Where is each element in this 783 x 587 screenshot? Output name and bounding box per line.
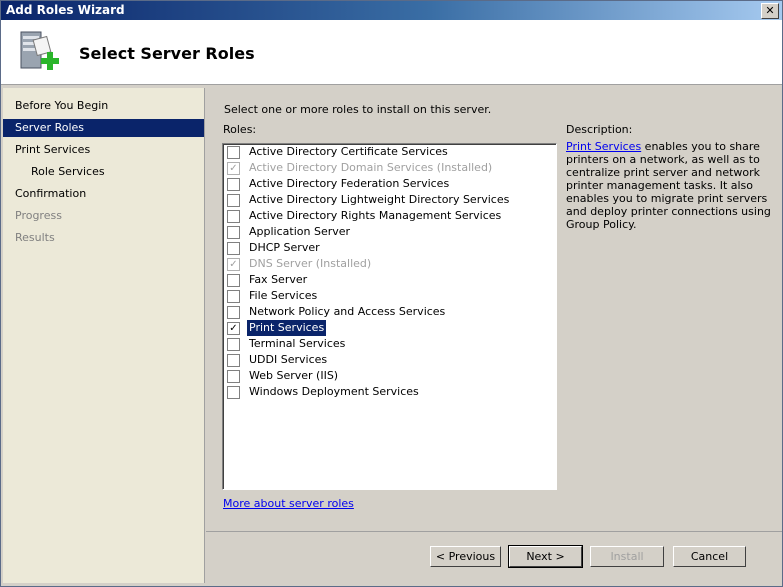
- role-checkbox[interactable]: [227, 386, 240, 399]
- close-icon: ✕: [765, 4, 775, 17]
- nav-item-results: Results: [15, 231, 55, 244]
- role-checkbox[interactable]: [227, 290, 240, 303]
- footer-divider: [206, 531, 782, 532]
- server-add-icon: [20, 31, 59, 70]
- close-button[interactable]: ✕: [761, 3, 779, 19]
- next-button[interactable]: Next >: [508, 545, 583, 568]
- role-checkbox[interactable]: [227, 306, 240, 319]
- nav-item-confirmation[interactable]: Confirmation: [3, 185, 204, 203]
- title-bar[interactable]: Add Roles Wizard ✕: [1, 1, 782, 20]
- role-checkbox[interactable]: [227, 274, 240, 287]
- wizard-content: Select one or more roles to install on t…: [206, 88, 782, 533]
- roles-label: Roles:: [223, 123, 257, 136]
- nav-item-print-services[interactable]: Print Services: [3, 141, 204, 159]
- nav-item-progress: Progress: [15, 209, 62, 222]
- previous-button[interactable]: < Previous: [430, 546, 501, 567]
- wizard-nav: Before You Begin Server Roles Print Serv…: [3, 88, 205, 583]
- role-checkbox[interactable]: [227, 210, 240, 223]
- role-checkbox[interactable]: [227, 226, 240, 239]
- wizard-window: Add Roles Wizard ✕ Select Server Roles B…: [0, 0, 783, 587]
- page-title: Select Server Roles: [79, 44, 255, 63]
- role-checkbox[interactable]: [227, 354, 240, 367]
- description-label: Description:: [566, 123, 633, 136]
- role-checkbox: ✓: [227, 258, 240, 271]
- intro-text: Select one or more roles to install on t…: [224, 103, 492, 116]
- nav-item-server-roles[interactable]: Server Roles: [3, 119, 204, 137]
- role-checkbox: ✓: [227, 162, 240, 175]
- description-text: Print Services enables you to share prin…: [566, 140, 771, 231]
- role-checkbox[interactable]: [227, 242, 240, 255]
- description-link[interactable]: Print Services: [566, 140, 641, 153]
- window-title: Add Roles Wizard: [6, 3, 125, 17]
- wizard-header: Select Server Roles: [1, 20, 782, 85]
- role-checkbox[interactable]: [227, 194, 240, 207]
- more-about-roles-link[interactable]: More about server roles: [223, 497, 354, 510]
- nav-item-role-services[interactable]: Role Services: [3, 163, 204, 181]
- role-checkbox[interactable]: [227, 178, 240, 191]
- role-checkbox[interactable]: [227, 338, 240, 351]
- nav-item-before-you-begin[interactable]: Before You Begin: [3, 97, 204, 115]
- install-button: Install: [590, 546, 664, 567]
- role-checkbox[interactable]: [227, 146, 240, 159]
- roles-list[interactable]: Active Directory Certificate Services ✓ A…: [222, 143, 557, 490]
- role-checkbox[interactable]: [227, 370, 240, 383]
- role-checkbox[interactable]: ✓: [227, 322, 240, 335]
- cancel-button[interactable]: Cancel: [673, 546, 746, 567]
